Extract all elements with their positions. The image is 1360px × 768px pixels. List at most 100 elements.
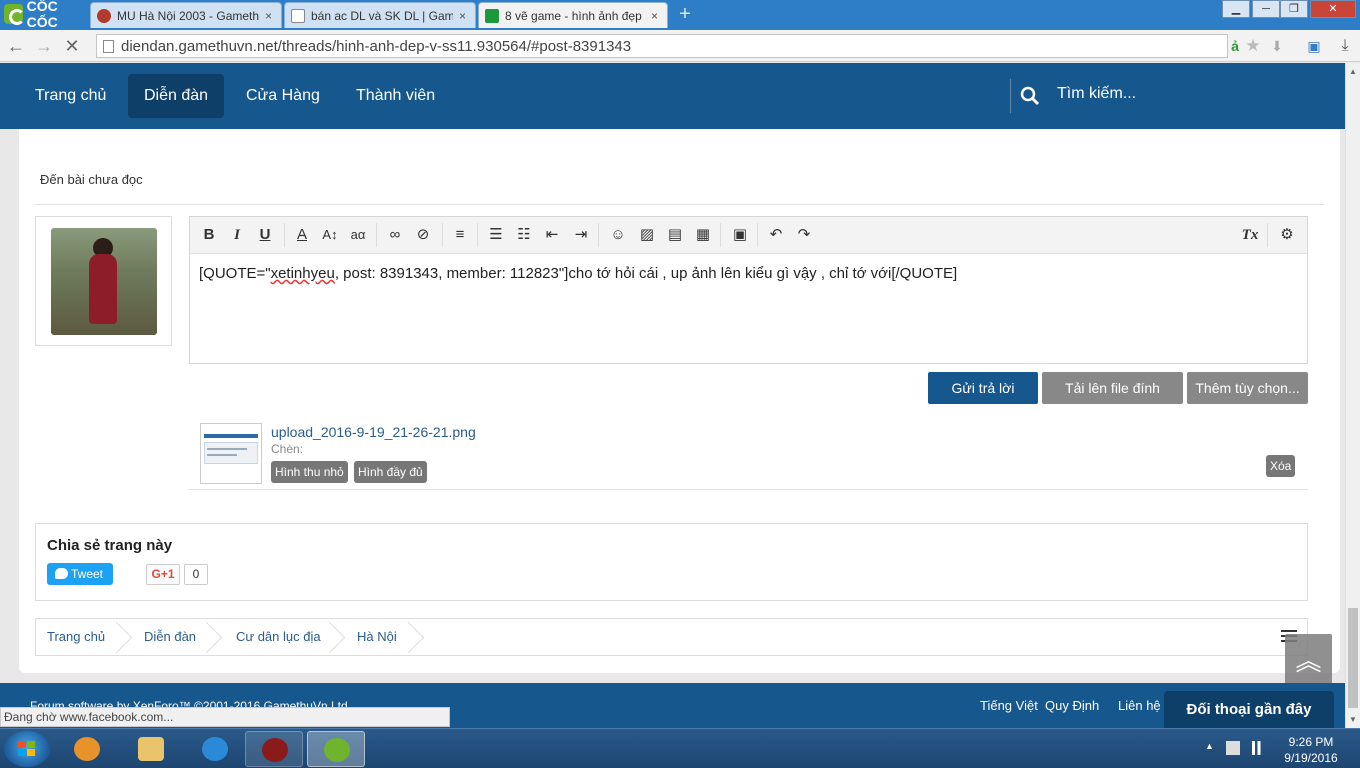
breadcrumb-hanoi[interactable]: Hà Nội [357,619,397,655]
scroll-to-top-icon[interactable]: ︽ [1285,634,1332,688]
file-explorer-app[interactable] [122,731,180,767]
image-icon[interactable]: ▨ [636,225,658,245]
scrollbar-thumb[interactable] [1348,608,1358,708]
text-color-icon[interactable]: A [291,225,313,245]
footer-contact-link[interactable]: Liên hệ [1118,698,1161,713]
restore-button[interactable]: ─ [1252,0,1280,18]
editor-content[interactable]: [QUOTE="xetinhyeu, post: 8391343, member… [199,265,957,282]
link-icon[interactable]: ∞ [384,225,406,245]
align-icon[interactable]: ≡ [449,225,471,245]
font-size-icon[interactable]: A↕ [319,225,341,245]
tab-close-icon[interactable]: × [651,9,661,23]
reply-editor: B I U A A↕ aα ∞ ⊘ ≡ ☰ ☷ ⇤ ⇥ ☺ ▨ ▤ ▦ ▣ ↶ … [189,216,1308,364]
smilie-icon[interactable]: ☺ [607,225,629,245]
spellcheck-icon[interactable]: ả [1226,37,1244,55]
tab-active-hinh-anh[interactable]: 8 vẽ game - hình ảnh đẹp × [478,2,668,28]
coccoc-browser-app[interactable] [307,731,365,767]
footer-rules-link[interactable]: Quy Định [1045,698,1099,713]
windows-logo-icon [18,741,36,757]
indent-icon[interactable]: ⇥ [570,225,592,245]
extension-icon[interactable]: ▣ [1305,37,1323,55]
avatar[interactable] [51,228,157,335]
google-plus-button[interactable]: G+1 [146,564,180,585]
redo-icon[interactable]: ↷ [793,225,815,245]
page-scrollbar[interactable]: ▲ ▼ [1345,63,1360,728]
show-hidden-icons-icon[interactable]: ▲ [1205,741,1214,751]
undo-icon[interactable]: ↶ [765,225,787,245]
tab-ban-ac[interactable]: bán ac DL và SK DL | Game × [284,2,476,28]
insert-thumbnail-button[interactable]: Hình thu nhỏ [271,461,348,483]
breadcrumb-home[interactable]: Trang chủ [47,619,105,655]
stop-loading-icon[interactable]: ✕ [62,36,82,56]
mu-game-app[interactable] [245,731,303,767]
recent-chats-bar[interactable]: Đối thoại gần đây [1164,691,1334,728]
web-page: Trang chủ Diễn đàn Cửa Hàng Thành viên T… [0,63,1345,728]
search-link[interactable]: Tìm kiếm... [1057,85,1136,103]
more-options-button[interactable]: Thêm tùy chọn... [1187,372,1308,404]
close-window-button[interactable]: ✕ [1310,0,1356,18]
italic-icon[interactable]: I [226,225,248,245]
underline-icon[interactable]: U [254,225,276,245]
editor-text-username: xetinhyeu [270,265,335,282]
unread-post-link[interactable]: Đến bài chưa đọc [40,172,143,187]
toggle-bbcode-icon[interactable]: ⚙ [1276,225,1298,245]
taskbar-clock[interactable]: 9:26 PM 9/19/2016 [1278,734,1344,766]
start-button[interactable] [4,731,50,767]
coccoc-leaf-icon [4,4,25,25]
submit-reply-button[interactable]: Gửi trả lời [928,372,1038,404]
numbered-list-icon[interactable]: ☷ [513,225,535,245]
editor-toolbar: B I U A A↕ aα ∞ ⊘ ≡ ☰ ☷ ⇤ ⇥ ☺ ▨ ▤ ▦ ▣ ↶ … [190,217,1307,254]
nav-home[interactable]: Trang chủ [19,74,122,118]
minimize-button[interactable]: ▁ [1222,0,1250,18]
outdent-icon[interactable]: ⇤ [541,225,563,245]
nav-forums[interactable]: Diễn đàn [128,74,225,118]
nav-members[interactable]: Thành viên [340,74,451,118]
bold-icon[interactable]: B [198,225,220,245]
footer-language-link[interactable]: Tiếng Việt [980,698,1038,713]
tab-close-icon[interactable]: × [459,9,469,23]
save-draft-icon[interactable]: ▣ [729,225,751,245]
attachment-thumbnail[interactable] [200,423,262,484]
clock-date: 9/19/2016 [1284,751,1338,765]
forward-icon[interactable]: → [34,36,54,56]
unlink-icon[interactable]: ⊘ [412,225,434,245]
delete-attachment-button[interactable]: Xóa [1266,455,1296,477]
bookmark-star-icon[interactable]: ★ [1244,37,1262,55]
insert-full-image-button[interactable]: Hình đầy đủ [354,461,427,483]
breadcrumb-continent[interactable]: Cư dân lục địa [236,619,321,655]
internet-explorer-app[interactable] [186,731,244,767]
breadcrumb-forums[interactable]: Diễn đàn [144,619,196,655]
tab-mu-hanoi[interactable]: MU Hà Nội 2003 - Gameth × [90,2,282,28]
upload-attachment-button[interactable]: Tải lên file đính kèm [1042,372,1183,428]
tab-close-icon[interactable]: × [265,9,275,23]
internet-explorer-icon [202,737,228,761]
attachment-filename[interactable]: upload_2016-9-19_21-26-21.png [271,424,476,440]
coccoc-logo[interactable]: CỐC CỐC [0,0,88,30]
bullet-list-icon[interactable]: ☰ [485,225,507,245]
media-player-app[interactable] [58,731,116,767]
gamethu-favicon-icon [485,8,499,23]
network-error-icon[interactable] [1226,741,1240,755]
back-icon[interactable]: ← [6,36,26,56]
nav-store[interactable]: Cửa Hàng [230,74,336,118]
twitter-bird-icon [55,568,68,579]
windows-taskbar: ▲ 9:26 PM 9/19/2016 [0,728,1360,768]
remove-format-icon[interactable]: Tx [1239,225,1261,245]
scroll-down-icon[interactable]: ▼ [1349,715,1357,724]
scroll-up-icon[interactable]: ▲ [1349,67,1357,76]
download-icon[interactable]: ⬇ [1268,37,1286,55]
thumb-line-shape [207,448,247,450]
insert-icon[interactable]: ▦ [692,225,714,245]
menu-download-icon[interactable]: ⤓ [1336,37,1354,55]
maximize-button[interactable]: ❐ [1280,0,1308,18]
url-field[interactable]: diendan.gamethuvn.net/threads/hinh-anh-d… [96,34,1228,58]
new-tab-icon[interactable]: + [675,4,695,24]
search-icon[interactable] [1020,86,1040,106]
font-family-icon[interactable]: aα [347,225,369,245]
media-icon[interactable]: ▤ [664,225,686,245]
signal-icon[interactable] [1252,741,1266,755]
breadcrumb-separator [116,621,138,653]
breadcrumb-separator [408,621,430,653]
user-avatar-box [35,216,172,346]
tweet-button[interactable]: Tweet [47,563,113,585]
